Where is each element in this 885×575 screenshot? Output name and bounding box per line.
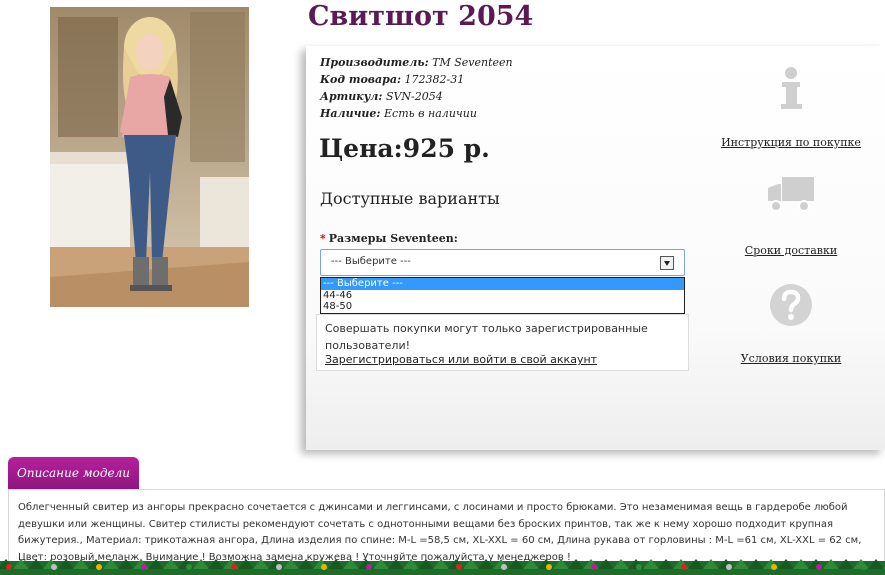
product-photo[interactable] — [50, 7, 249, 307]
login-notice: Совершать покупки могут только зарегистр… — [316, 314, 689, 371]
price: Цена:925 р. — [319, 134, 490, 163]
price-label: Цена: — [319, 134, 403, 163]
size-select[interactable]: --- Выберите --- — [320, 249, 685, 276]
side-link-label: Инструкция по покупке — [721, 136, 861, 149]
page: Свитшот 2054 Производитель: TM Seventeen… — [0, 0, 885, 575]
login-notice-text: Совершать покупки могут только зарегистр… — [325, 322, 648, 352]
size-option-44-46[interactable]: 44-46 — [321, 290, 684, 302]
size-dropdown-list[interactable]: --- Выберите --- 44-46 48-50 — [320, 277, 685, 314]
size-label: * Размеры Seventeen: — [320, 232, 458, 245]
size-select-value: --- Выберите --- — [331, 256, 411, 267]
side-link-label: Условия покупки — [740, 352, 842, 365]
chevron-down-icon[interactable] — [660, 256, 674, 270]
size-option-48-50[interactable]: 48-50 — [321, 301, 684, 313]
side-link-label: Сроки доставки — [744, 244, 838, 257]
variants-title: Доступные варианты — [320, 189, 500, 208]
login-link[interactable]: Зарегистрироваться или войти в свой акка… — [325, 353, 597, 366]
size-option-placeholder[interactable]: --- Выберите --- — [321, 278, 684, 290]
price-value: 925 р. — [402, 134, 490, 163]
tab-description[interactable]: Описание модели — [8, 457, 139, 489]
side-link-instructions[interactable]: Инструкция по покупке — [716, 66, 866, 149]
product-title: Свитшот 2054 — [308, 1, 534, 32]
meta-row-article: Артикул: SVN-2054 — [320, 90, 443, 103]
meta-row-code: Код товара: 172382-31 — [320, 73, 465, 86]
product-photo-image — [50, 7, 249, 307]
required-mark: * — [320, 232, 326, 245]
product-info-panel: Производитель: TM Seventeen Код товара: … — [306, 46, 885, 450]
truck-icon — [768, 177, 814, 212]
holiday-garland — [0, 559, 885, 575]
side-link-terms[interactable]: Условия покупки — [716, 282, 866, 365]
side-link-delivery[interactable]: Сроки доставки — [716, 174, 866, 257]
info-icon — [781, 67, 802, 109]
question-icon — [770, 284, 812, 326]
meta-row-availability: Наличие: Есть в наличии — [320, 107, 477, 120]
product-meta: Производитель: TM Seventeen Код товара: … — [320, 54, 513, 122]
meta-row-manufacturer: Производитель: TM Seventeen — [320, 56, 513, 69]
